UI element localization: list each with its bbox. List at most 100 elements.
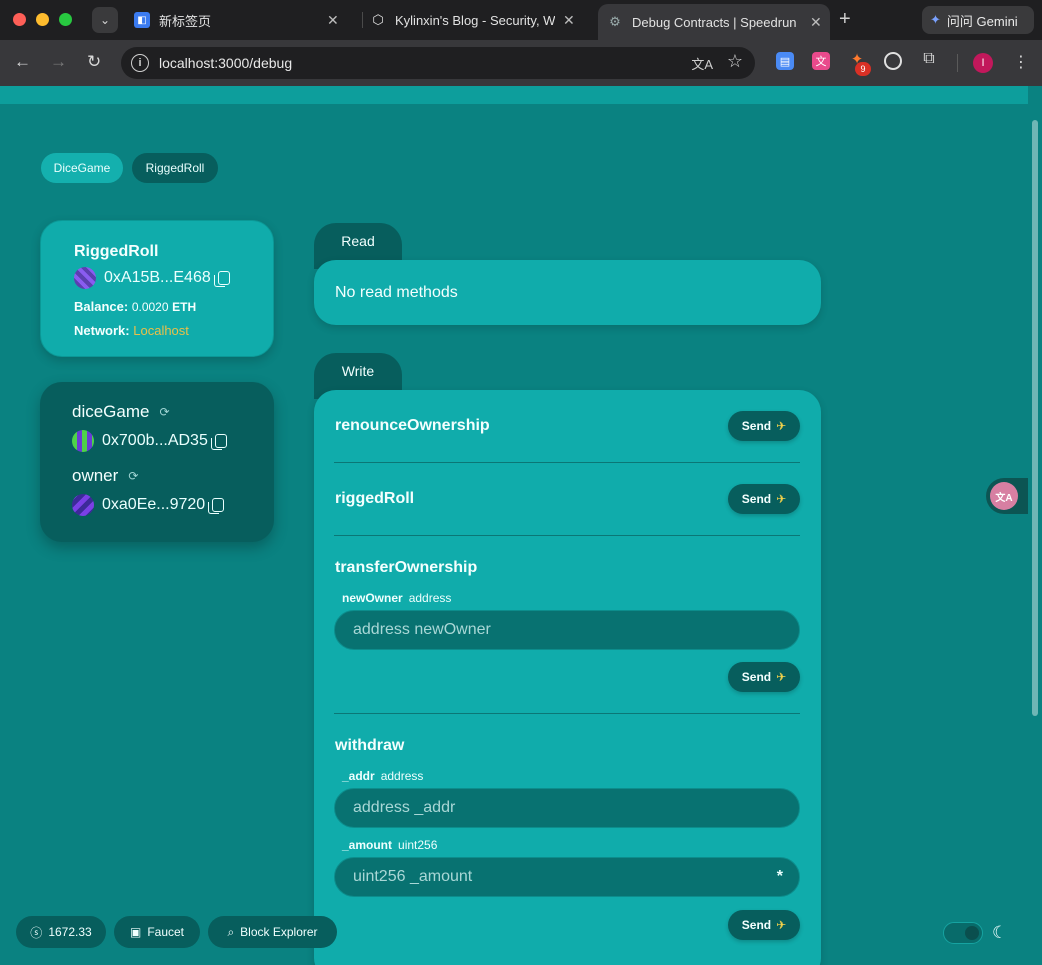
url-text[interactable]: localhost:3000/debug xyxy=(159,55,292,71)
send-button-withdraw[interactable]: Send ✈ xyxy=(728,910,800,940)
send-button-renounceownership[interactable]: Send ✈ xyxy=(728,411,800,441)
block-explorer-button[interactable]: ⌕ Block Explorer xyxy=(208,916,337,948)
chevron-down-icon: ⌄ xyxy=(99,13,111,27)
variable-dicegame-label: diceGame xyxy=(72,402,150,421)
address-bar[interactable]: i localhost:3000/debug 文A ☆ xyxy=(121,47,755,79)
copy-icon[interactable] xyxy=(213,271,230,287)
param-name: newOwner xyxy=(342,591,403,605)
docs-extension-icon[interactable]: ▤ xyxy=(776,52,794,70)
input-addr[interactable]: address _addr xyxy=(334,788,800,828)
tab-title: Kylinxin's Blog - Security, We xyxy=(395,12,555,28)
param-name: _amount xyxy=(342,838,393,852)
gemini-button[interactable]: ✦ 问问 Gemini xyxy=(922,6,1034,34)
contract-tab-riggedroll[interactable]: RiggedRoll xyxy=(132,153,218,183)
input-placeholder: address _addr xyxy=(353,799,456,816)
reload-icon[interactable]: ↻ xyxy=(87,52,101,72)
function-name-transferownership: transferOwnership xyxy=(335,559,478,576)
close-tab-icon[interactable]: ✕ xyxy=(327,12,339,29)
back-arrow-icon[interactable]: ← xyxy=(14,52,31,72)
copy-icon[interactable] xyxy=(210,434,227,450)
function-name-riggedroll: riggedRoll xyxy=(335,490,415,507)
network-label: Network: xyxy=(74,323,130,338)
param-type: uint256 xyxy=(398,838,438,852)
function-divider xyxy=(334,713,800,714)
more-menu-icon[interactable]: ⋮ xyxy=(1013,52,1029,72)
forward-arrow-icon[interactable]: → xyxy=(50,52,67,72)
contract-info-card: RiggedRoll 0xA15B...E468 Balance: 0.0020… xyxy=(40,220,274,357)
extensions-puzzle-icon[interactable]: ⧉ xyxy=(920,50,938,68)
refresh-icon[interactable]: ⟳ xyxy=(128,469,138,483)
gemini-icon: ✦ xyxy=(930,12,941,27)
new-tab-favicon-icon: ◧ xyxy=(134,12,150,28)
floating-translate-widget[interactable]: 文A xyxy=(986,478,1028,514)
search-icon: ⌕ xyxy=(227,924,235,939)
function-divider xyxy=(334,462,800,463)
toggle-knob xyxy=(965,926,979,940)
balance-row: Balance: 0.0020 ETH xyxy=(74,299,196,314)
input-amount[interactable]: uint256 _amount * xyxy=(334,857,800,897)
multiply-ether-icon[interactable]: * xyxy=(777,868,783,886)
tab-title: 新标签页 xyxy=(159,13,212,29)
balance-unit: ETH xyxy=(172,300,197,314)
translate-icon: 文A xyxy=(990,482,1018,510)
money-wings-icon: ✈ xyxy=(776,918,787,932)
contract-address-text[interactable]: 0xA15B...E468 xyxy=(104,269,211,287)
github-extension-icon[interactable] xyxy=(884,52,902,70)
minimize-window-button[interactable] xyxy=(36,13,49,26)
extension-badge: 9 xyxy=(855,62,871,76)
copy-icon[interactable] xyxy=(208,498,225,514)
gemini-label: 问问 Gemini xyxy=(946,13,1018,29)
variable-dicegame-address-text[interactable]: 0x700b...AD35 xyxy=(102,432,208,450)
close-tab-icon[interactable]: ✕ xyxy=(563,12,575,29)
close-tab-icon[interactable]: ✕ xyxy=(810,14,822,31)
variable-dicegame-address: 0x700b...AD35 xyxy=(72,430,227,452)
param-label-addr: _addr address xyxy=(342,769,423,783)
address-blockie-icon xyxy=(72,430,94,452)
eth-price-value: 1672.33 xyxy=(48,925,92,939)
money-wings-icon: ✈ xyxy=(776,492,787,506)
close-window-button[interactable] xyxy=(13,13,26,26)
banknotes-icon: ▣ xyxy=(129,925,142,939)
send-label: Send xyxy=(741,419,772,433)
read-methods-panel: No read methods xyxy=(314,260,821,325)
site-info-icon[interactable]: i xyxy=(131,54,149,72)
function-name-renounceownership: renounceOwnership xyxy=(335,417,490,434)
write-methods-panel: renounceOwnership Send ✈ riggedRoll Send ✈… xyxy=(314,390,821,965)
refresh-icon[interactable]: ⟳ xyxy=(159,405,169,419)
faucet-label: Faucet xyxy=(147,925,185,939)
currency-dollar-icon: ⓢ xyxy=(30,925,43,940)
tab-search-button[interactable]: ⌄ xyxy=(92,7,118,33)
tab-title: Debug Contracts | Speedrun xyxy=(632,14,797,30)
money-wings-icon: ✈ xyxy=(776,670,787,684)
browser-tab[interactable]: ⬡ Kylinxin's Blog - Security, We ✕ xyxy=(370,6,592,34)
contract-tab-dicegame[interactable]: DiceGame xyxy=(41,153,123,183)
theme-toggle-switch[interactable] xyxy=(943,922,983,944)
faucet-button[interactable]: ▣ Faucet xyxy=(114,916,200,948)
translate-page-icon[interactable]: 文A xyxy=(691,54,713,73)
input-placeholder: address newOwner xyxy=(353,621,491,638)
tab-bar: ⌄ ◧ 新标签页 ✕ ⬡ Kylinxin's Blog - Security,… xyxy=(0,0,1042,40)
browser-toolbar: ← → ↻ i localhost:3000/debug 文A ☆ ▤ 文 ✦ … xyxy=(0,40,1042,86)
send-label: Send xyxy=(741,492,772,506)
profile-avatar[interactable]: I xyxy=(973,53,993,73)
variable-owner-address: 0xa0Ee...9720 xyxy=(72,494,225,516)
variable-name: owner ⟳ xyxy=(72,466,138,486)
bookmark-star-icon[interactable]: ☆ xyxy=(727,51,743,72)
browser-tab[interactable]: ◧ 新标签页 ✕ xyxy=(134,6,356,34)
balance-value: 0.0020 xyxy=(131,300,169,314)
eth-price-button[interactable]: ⓢ 1672.33 xyxy=(16,916,106,948)
send-button-riggedroll[interactable]: Send ✈ xyxy=(728,484,800,514)
send-button-transferownership[interactable]: Send ✈ xyxy=(728,662,800,692)
maximize-window-button[interactable] xyxy=(59,13,72,26)
moon-icon: ☾ xyxy=(992,923,1008,942)
browser-tab-active[interactable]: ⚙ Debug Contracts | Speedrun ✕ xyxy=(598,4,830,40)
page-header-strip xyxy=(0,86,1028,104)
new-tab-button[interactable]: + xyxy=(839,8,851,31)
page-scrollbar[interactable] xyxy=(1032,120,1038,716)
variable-name: diceGame ⟳ xyxy=(72,402,170,422)
input-newowner[interactable]: address newOwner xyxy=(334,610,800,650)
variable-owner-label: owner xyxy=(72,466,119,485)
variable-owner-address-text[interactable]: 0xa0Ee...9720 xyxy=(102,496,205,514)
translate-extension-icon[interactable]: 文 xyxy=(812,52,830,70)
input-placeholder: uint256 _amount xyxy=(353,868,473,885)
